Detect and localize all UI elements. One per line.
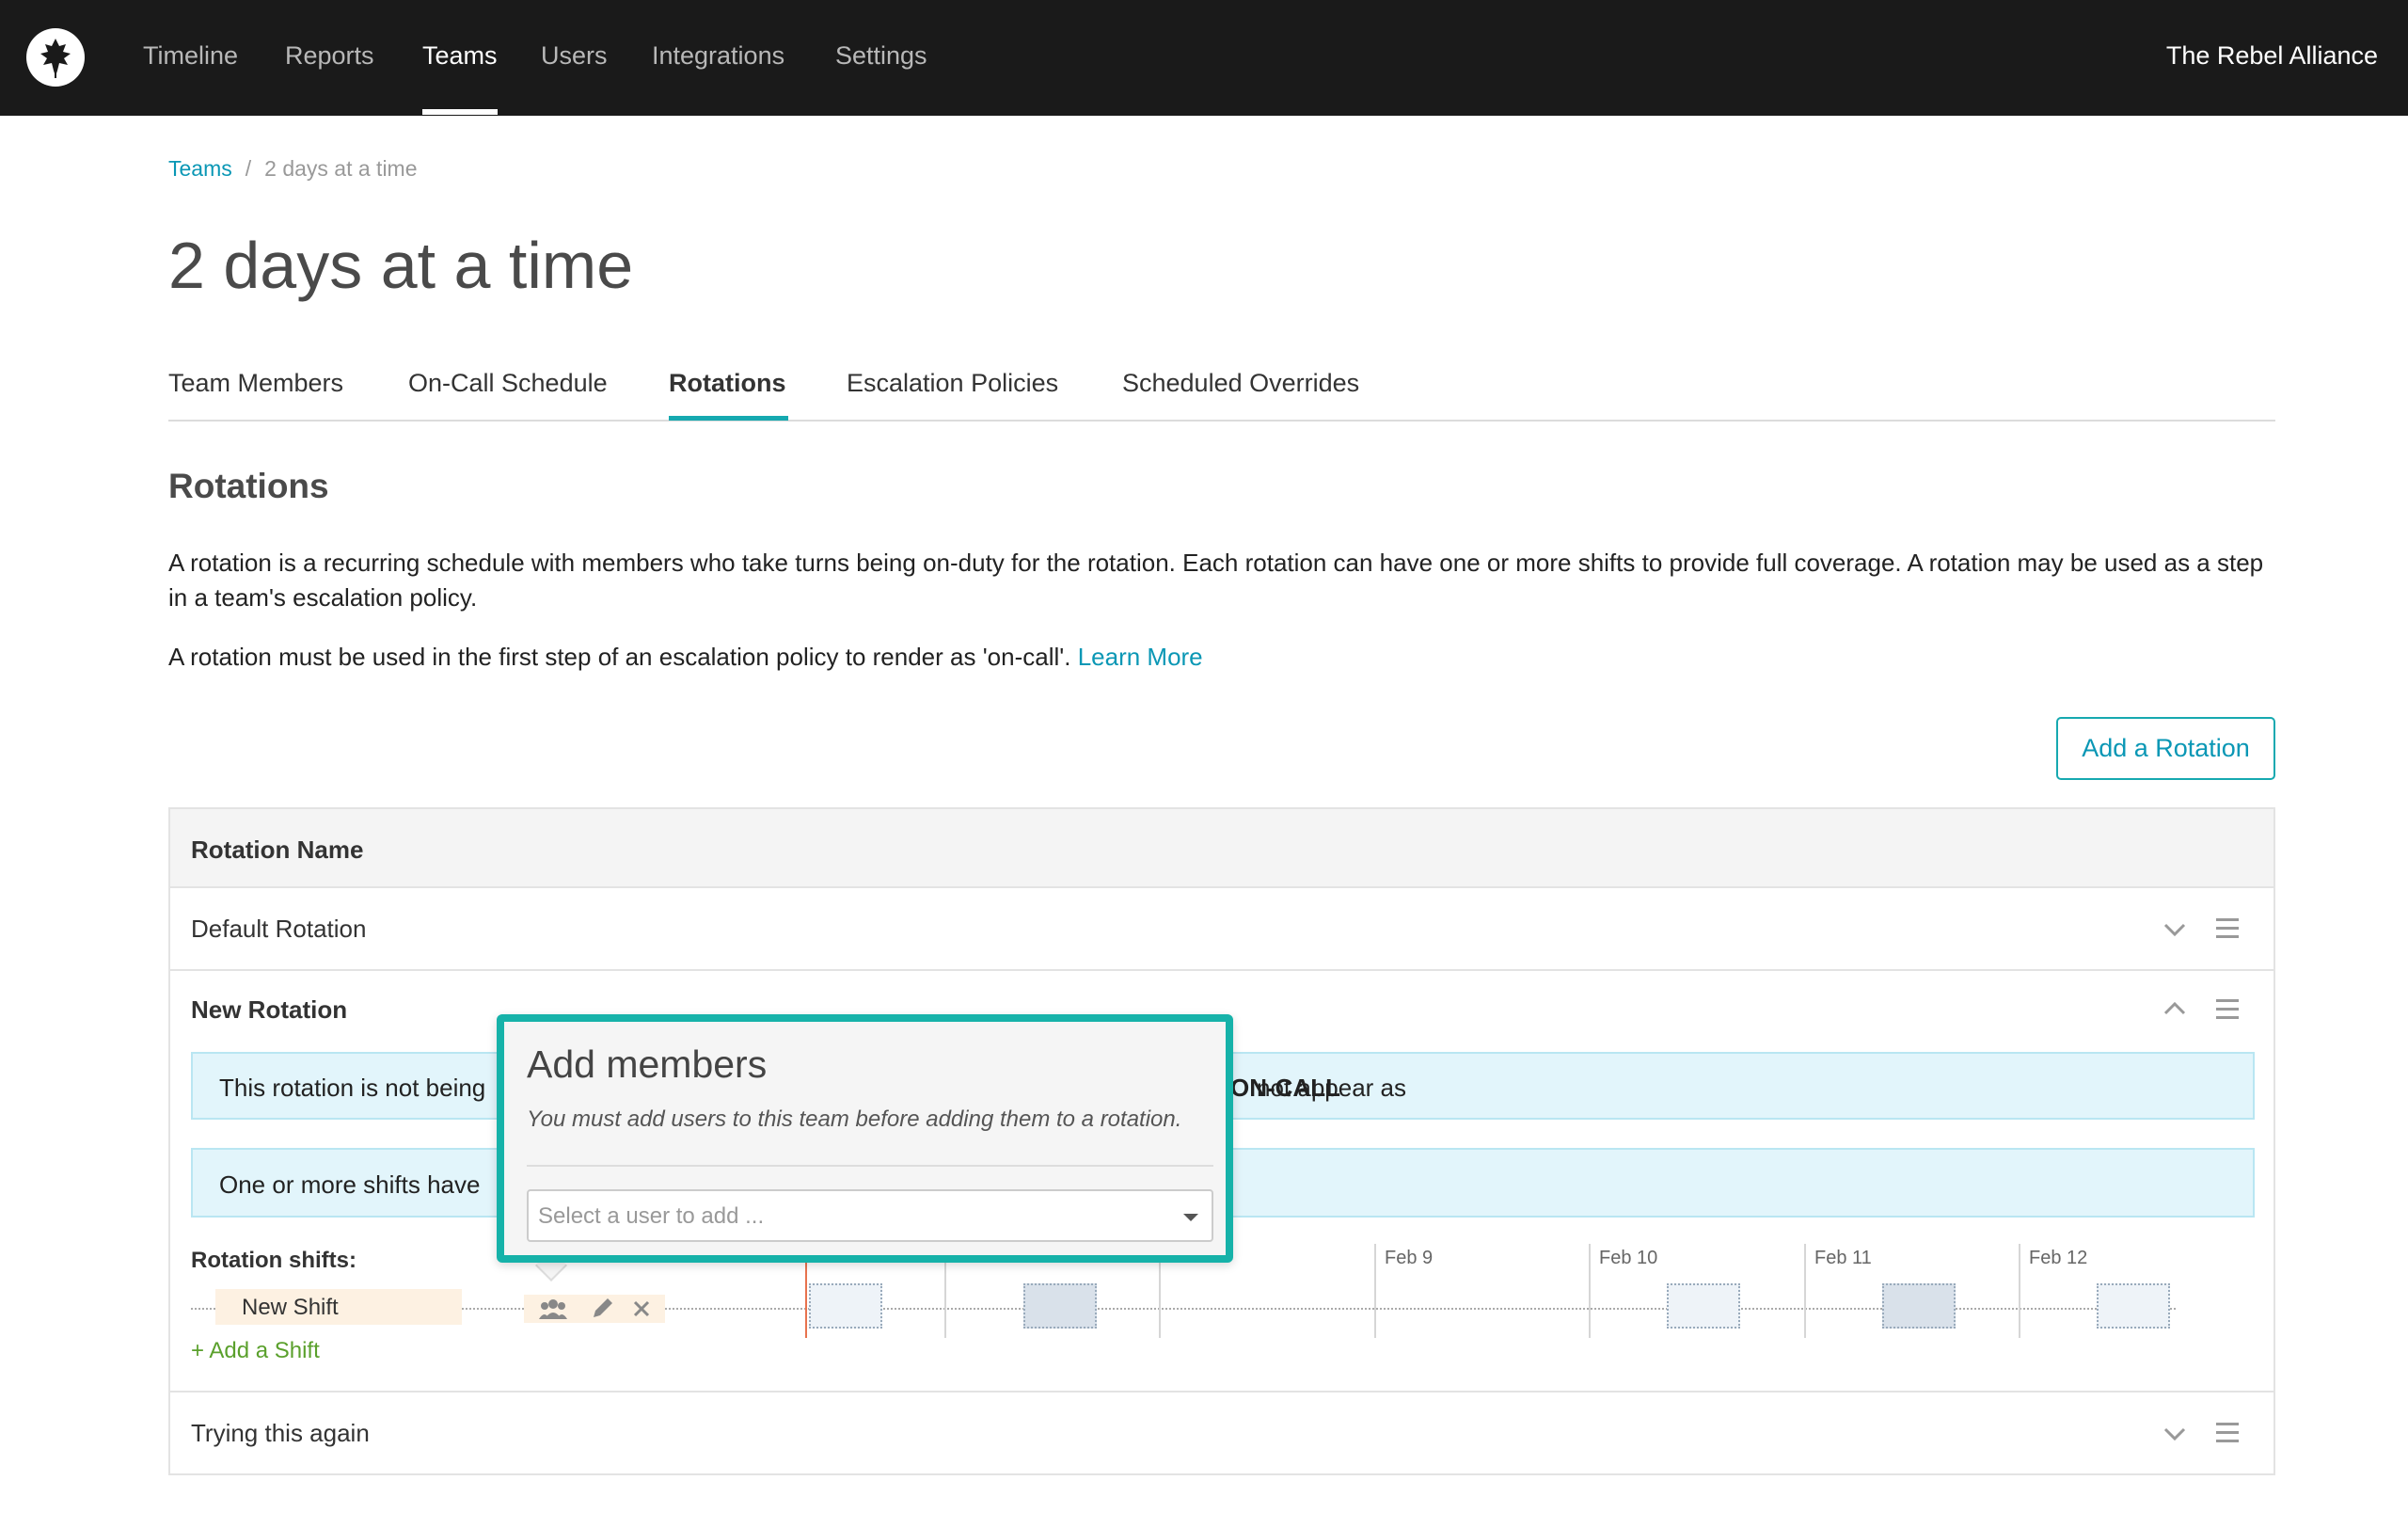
day-label: Feb 12 [2029,1248,2088,1268]
day-label: Feb 11 [1814,1248,1872,1268]
nav-teams[interactable]: Teams [422,41,498,71]
user-select-placeholder: Select a user to add ... [538,1203,765,1229]
rotations-description: A rotation is a recurring schedule with … [168,549,2264,612]
tab-on-call-schedule[interactable]: On-Call Schedule [408,369,608,398]
drag-handle-icon[interactable] [2216,918,2239,939]
column-header-rotation-name: Rotation Name [191,836,364,864]
caret-down-icon [1183,1214,1198,1221]
nav-users[interactable]: Users [541,41,608,71]
rotation-name: Default Rotation [191,915,367,943]
tab-escalation-policies[interactable]: Escalation Policies [847,369,1058,398]
section-title: Rotations [168,467,329,505]
shift-name[interactable]: New Shift [215,1289,462,1325]
nav-active-indicator [422,109,498,115]
org-name[interactable]: The Rebel Alliance [2166,41,2378,71]
rotation-name[interactable]: New Rotation [191,995,347,1025]
breadcrumb-separator: / [245,156,252,181]
popover-note: You must add users to this team before a… [527,1106,1182,1132]
alert-text-left: This rotation is not being [219,1074,486,1102]
alert-text-right: not appear as ON-CALL. [1230,1074,1407,1102]
add-members-popover: Add members You must add users to this t… [497,1014,1233,1263]
drag-handle-icon[interactable] [2216,1423,2239,1443]
page-title: 2 days at a time [168,229,634,302]
shift-timeline [191,1308,2176,1310]
team-tabs: Team Members On-Call Schedule Rotations … [168,369,2275,422]
day-divider [1374,1244,1376,1338]
rotations-note-text: A rotation must be used in the first ste… [168,643,1071,671]
breadcrumb-teams-link[interactable]: Teams [168,156,232,181]
nav-timeline[interactable]: Timeline [143,41,238,71]
add-rotation-button[interactable]: Add a Rotation [2056,717,2275,780]
rotation-name: Trying this again [191,1419,370,1447]
rotation-shifts-label: Rotation shifts: [191,1248,356,1273]
tab-rotations[interactable]: Rotations [669,369,786,398]
table-header: Rotation Name [170,809,2273,888]
top-navbar: Timeline Reports Teams Users Integration… [0,0,2408,116]
chevron-up-icon[interactable] [2162,995,2188,1022]
popover-divider [527,1165,1213,1167]
pencil-icon[interactable] [588,1297,616,1321]
shift-block[interactable] [1023,1283,1097,1329]
chevron-down-icon[interactable] [2162,1421,2188,1447]
shift-block[interactable] [2097,1283,2170,1329]
user-select[interactable]: Select a user to add ... [527,1189,1213,1242]
tab-scheduled-overrides[interactable]: Scheduled Overrides [1122,369,1359,398]
leaf-logo-icon[interactable] [26,28,85,87]
tab-active-indicator [669,416,788,421]
breadcrumb-current: 2 days at a time [264,156,418,181]
table-row[interactable]: Trying this again [170,1393,2273,1475]
shift-block[interactable] [1882,1283,1956,1329]
close-icon[interactable] [627,1297,656,1321]
rotations-note: A rotation must be used in the first ste… [168,640,2285,675]
day-divider [1589,1244,1591,1338]
tab-team-members[interactable]: Team Members [168,369,343,398]
day-label: Feb 9 [1385,1248,1434,1268]
popover-title: Add members [527,1043,768,1086]
day-divider [1804,1244,1806,1338]
table-row[interactable]: Default Rotation [170,888,2273,971]
nav-reports[interactable]: Reports [285,41,374,71]
chevron-down-icon[interactable] [2162,916,2188,943]
alert-text-left: One or more shifts have [219,1170,481,1199]
drag-handle-icon[interactable] [2216,999,2239,1020]
day-label: Feb 10 [1599,1248,1658,1268]
members-icon[interactable] [539,1297,567,1321]
shift-block[interactable] [1667,1283,1740,1329]
day-divider [2019,1244,2020,1338]
add-shift-link[interactable]: + Add a Shift [191,1338,320,1364]
shift-block[interactable] [809,1283,882,1329]
breadcrumb: Teams / 2 days at a time [168,156,418,182]
nav-settings[interactable]: Settings [835,41,927,71]
learn-more-link[interactable]: Learn More [1078,643,1203,671]
nav-integrations[interactable]: Integrations [652,41,784,71]
